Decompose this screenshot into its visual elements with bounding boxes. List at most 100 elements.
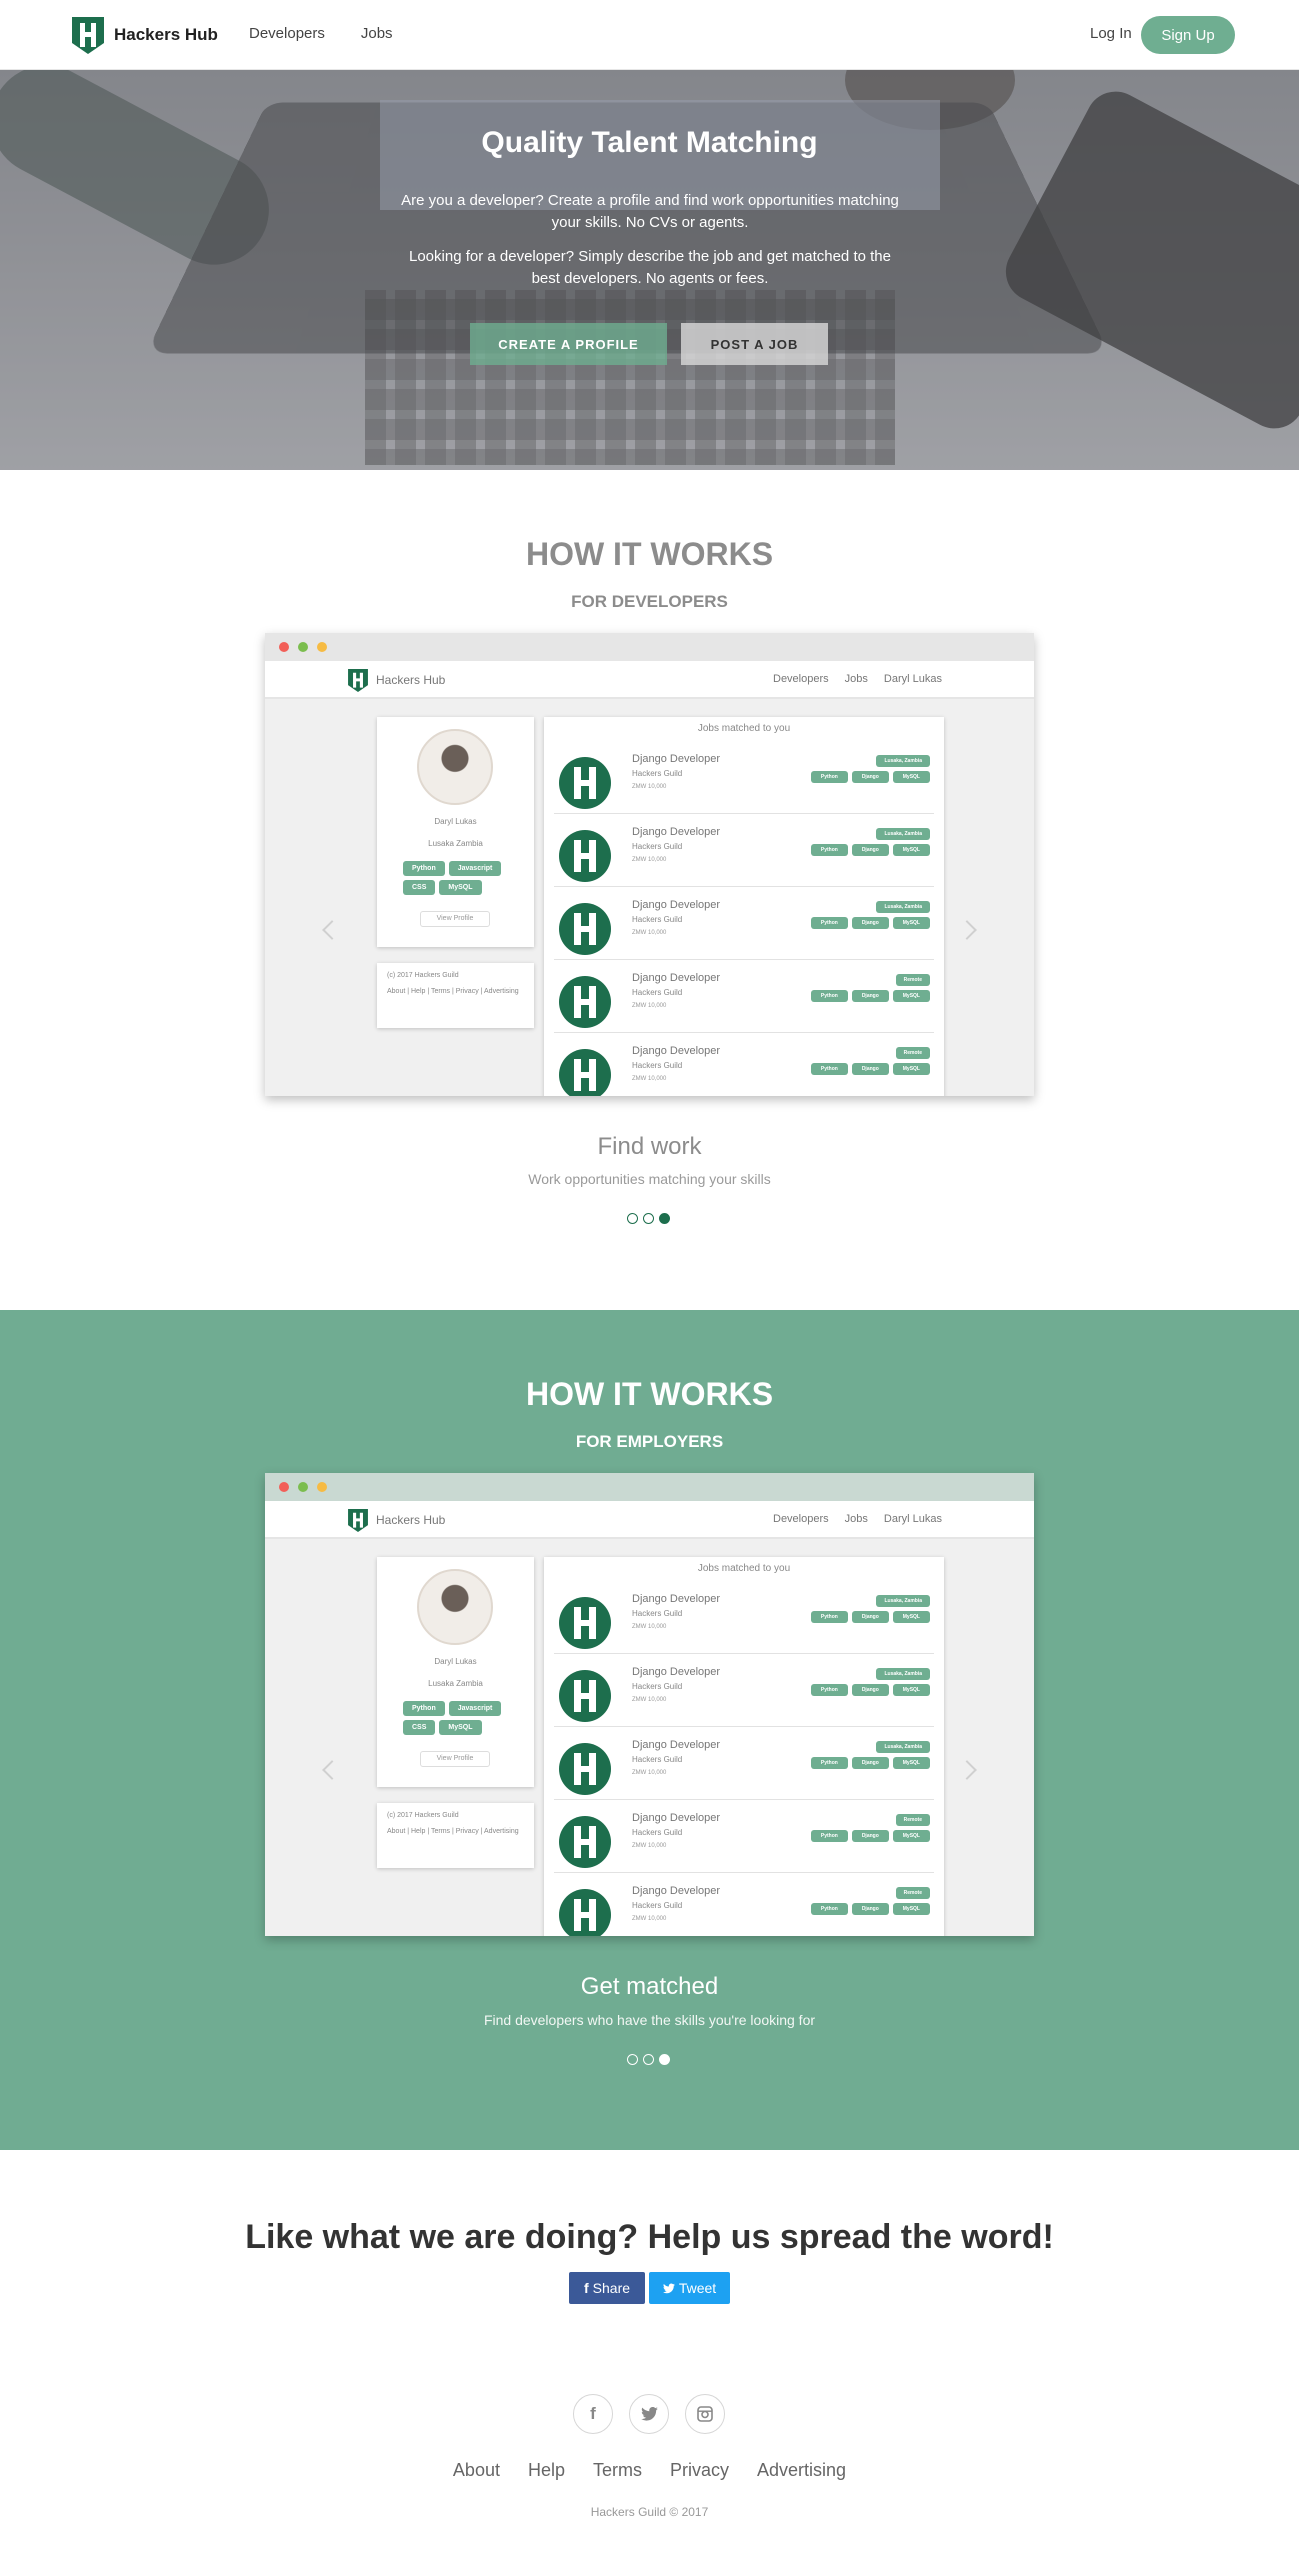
job-location-badge: Lusaka, Zambia <box>876 1741 930 1753</box>
hero-banner: Quality Talent Matching Are you a develo… <box>0 70 1299 470</box>
carousel-indicator-dot[interactable] <box>643 1213 654 1224</box>
job-tags: Python Django MySQL <box>810 1684 930 1696</box>
company-logo-icon <box>559 1670 611 1722</box>
hero-developer-text: Are you a developer? Create a profile an… <box>401 192 899 231</box>
nav-link-jobs[interactable]: Jobs <box>361 25 393 42</box>
employers-section-title: HOW IT WORKS <box>525 1376 774 1412</box>
window-zoom-dot <box>298 642 308 652</box>
job-company: Hackers Guild <box>632 988 683 997</box>
job-list-item: Django Developer Hackers Guild ZMW 10,000 L… <box>554 887 934 960</box>
mock-footer-links: About | Help | Terms | Privacy | Adverti… <box>387 1828 519 1835</box>
window-close-dot <box>279 1482 289 1492</box>
job-tag: Python <box>810 1757 848 1769</box>
job-list-item: Django Developer Hackers Guild ZMW 10,000 R… <box>554 1800 934 1873</box>
mock-brand: Hackers Hub <box>376 1513 446 1527</box>
mock-nav-link: Daryl Lukas <box>883 673 942 685</box>
job-tag: Python <box>810 1684 848 1696</box>
post-job-button[interactable]: POST A JOB <box>681 323 828 365</box>
carousel-prev-arrow-icon[interactable] <box>322 920 342 940</box>
job-tag: Python <box>810 1830 848 1842</box>
footer-link-advertising[interactable]: Advertising <box>757 2460 846 2481</box>
window-close-dot <box>279 642 289 652</box>
job-salary: ZMW 10,000 <box>632 1076 667 1082</box>
job-company: Hackers Guild <box>632 915 683 924</box>
carousel-indicator-dot[interactable] <box>659 2054 670 2065</box>
footer-link-privacy[interactable]: Privacy <box>670 2460 729 2481</box>
window-minimize-dot <box>317 642 327 652</box>
facebook-share-button[interactable]: f Share <box>569 2272 645 2304</box>
carousel-indicator-dot[interactable] <box>659 1213 670 1224</box>
mock-jobs-panel: Jobs matched to you Django Developer Hacke… <box>544 1557 944 1936</box>
facebook-icon: f <box>590 2404 596 2423</box>
skill-tag: MySQL <box>439 1720 482 1735</box>
developers-slide-text: Work opportunities matching your skills <box>528 1171 771 1187</box>
nav-links: Developers Jobs <box>249 25 393 42</box>
job-tags: Python Django MySQL <box>810 771 930 783</box>
carousel-indicator-dot[interactable] <box>643 2054 654 2065</box>
mock-nav-link: Developers <box>773 1513 829 1525</box>
company-logo-icon <box>559 1743 611 1795</box>
job-list-item: Django Developer Hackers Guild ZMW 10,000 R… <box>554 1873 934 1936</box>
carousel-indicator-dot[interactable] <box>627 1213 638 1224</box>
mock-view-profile-button: View Profile <box>420 1751 490 1767</box>
job-list-item: Django Developer Hackers Guild ZMW 10,000 L… <box>554 1581 934 1654</box>
job-salary: ZMW 10,000 <box>632 930 667 936</box>
job-title: Django Developer <box>632 1812 721 1824</box>
job-location-badge: Remote <box>895 974 930 986</box>
job-salary: ZMW 10,000 <box>632 1916 667 1922</box>
mock-logo-icon <box>348 1509 368 1532</box>
carousel-indicator-dot[interactable] <box>627 2054 638 2065</box>
job-salary: ZMW 10,000 <box>632 1770 667 1776</box>
job-location-badge: Lusaka, Zambia <box>876 901 930 913</box>
job-tag: Django <box>851 771 889 783</box>
job-tag: Python <box>810 1063 848 1075</box>
developers-section-title: HOW IT WORKS <box>525 536 774 572</box>
job-tag: MySQL <box>892 1757 930 1769</box>
footer-link-help[interactable]: Help <box>528 2460 565 2481</box>
twitter-tweet-button[interactable]: Tweet <box>649 2272 730 2304</box>
mock-window-titlebar <box>265 1473 1034 1501</box>
mock-profile-skills: Python Javascript CSS MySQL <box>403 861 513 895</box>
job-location-badge: Remote <box>895 1814 930 1826</box>
mock-profile-name: Daryl Lukas <box>434 1657 477 1666</box>
employers-carousel-indicators <box>627 2054 673 2066</box>
twitter-icon <box>640 2407 658 2421</box>
signup-button[interactable]: Sign Up <box>1141 16 1235 54</box>
footer-link-about[interactable]: About <box>453 2460 500 2481</box>
login-link[interactable]: Log In <box>1090 25 1132 42</box>
mock-jobs-heading: Jobs matched to you <box>697 1563 791 1574</box>
company-logo-icon <box>559 976 611 1028</box>
mock-footer-card: (c) 2017 Hackers Guild About | Help | Ter… <box>377 963 534 1028</box>
job-company: Hackers Guild <box>632 842 683 851</box>
job-list-item: Django Developer Hackers Guild ZMW 10,000 R… <box>554 1033 934 1096</box>
carousel-prev-arrow-icon[interactable] <box>322 1760 342 1780</box>
skill-tag: CSS <box>403 1720 436 1735</box>
job-tag: MySQL <box>892 844 930 856</box>
job-company: Hackers Guild <box>632 1609 683 1618</box>
employers-screenshot-mockup: Hackers Hub Developers Jobs Daryl Lukas Dary… <box>265 1473 1034 1936</box>
footer-link-terms[interactable]: Terms <box>593 2460 642 2481</box>
job-salary: ZMW 10,000 <box>632 1003 667 1009</box>
mock-profile-location: Lusaka Zambia <box>428 839 483 848</box>
job-tag: Python <box>810 771 848 783</box>
job-tags: Python Django MySQL <box>810 990 930 1002</box>
facebook-social-link[interactable]: f <box>573 2394 613 2434</box>
job-tags: Python Django MySQL <box>810 844 930 856</box>
instagram-social-link[interactable] <box>685 2394 725 2434</box>
copyright: Hackers Guild © 2017 <box>590 2505 709 2519</box>
job-company: Hackers Guild <box>632 769 683 778</box>
job-list-item: Django Developer Hackers Guild ZMW 10,000 L… <box>554 1654 934 1727</box>
carousel-next-arrow-icon[interactable] <box>957 1760 977 1780</box>
job-salary: ZMW 10,000 <box>632 1843 667 1849</box>
mock-footer-links: About | Help | Terms | Privacy | Adverti… <box>387 988 519 995</box>
create-profile-button[interactable]: CREATE A PROFILE <box>470 323 667 365</box>
company-logo-icon <box>559 1597 611 1649</box>
mock-jobs-heading: Jobs matched to you <box>697 723 791 734</box>
mock-profile-skills: Python Javascript CSS MySQL <box>403 1701 513 1735</box>
mock-navbar: Hackers Hub Developers Jobs Daryl Lukas <box>265 1501 1034 1539</box>
twitter-icon <box>662 2282 675 2293</box>
nav-link-developers[interactable]: Developers <box>249 25 325 42</box>
carousel-next-arrow-icon[interactable] <box>957 920 977 940</box>
twitter-social-link[interactable] <box>629 2394 669 2434</box>
brand-link[interactable]: Hackers Hub <box>72 16 218 54</box>
